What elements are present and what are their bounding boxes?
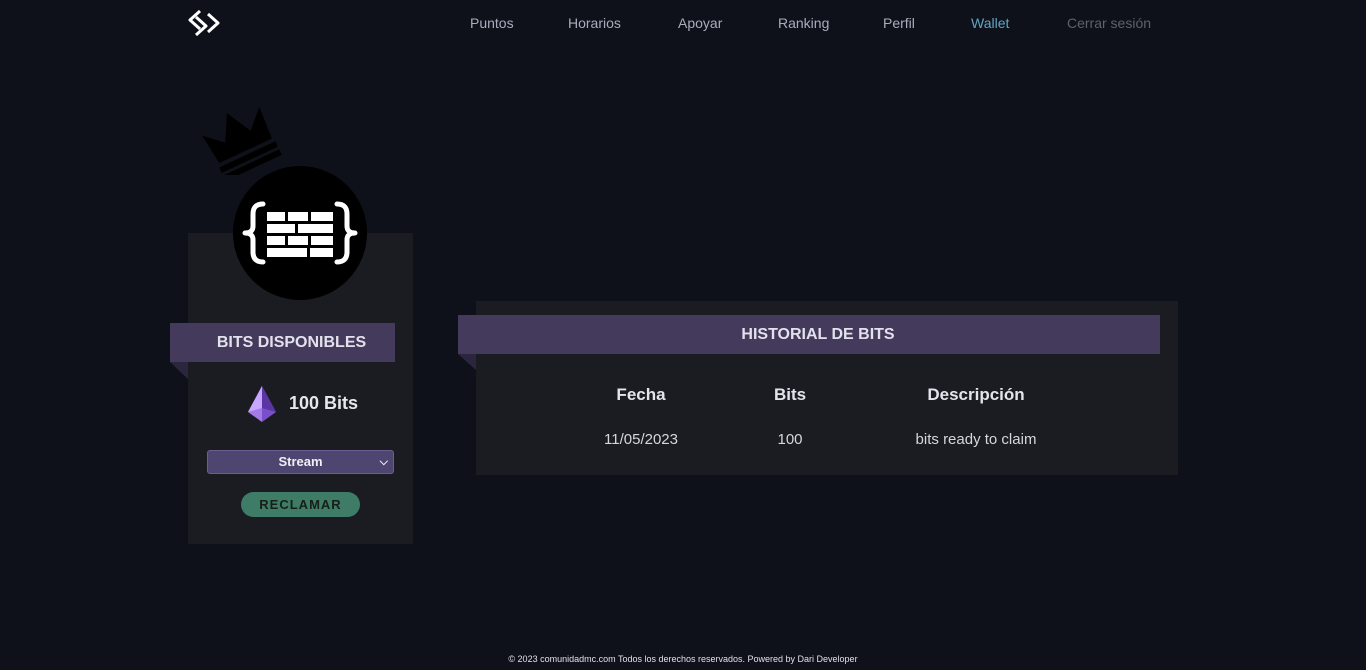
cell-bits: 100 [777, 431, 803, 448]
column-header-descripcion: Descripción [927, 385, 1025, 404]
bits-title: BITS DISPONIBLES [216, 334, 367, 351]
cell-descripcion: bits ready to claim [915, 431, 1037, 448]
nav-perfil[interactable]: Perfil [883, 15, 915, 31]
source-select[interactable]: Stream ⌵ [207, 450, 394, 474]
avatar [233, 166, 367, 300]
history-title: HISTORIAL DE BITS [741, 326, 895, 343]
nav-ranking[interactable]: Ranking [778, 15, 829, 31]
main-nav: Puntos Horarios Apoyar Ranking Perfil Wa… [0, 15, 1366, 35]
column-header-fecha: Fecha [616, 385, 666, 404]
claim-button[interactable]: RECLAMAR [241, 492, 360, 517]
source-select-value: Stream [278, 454, 323, 469]
nav-horarios[interactable]: Horarios [568, 15, 621, 31]
chevron-down-icon: ⌵ [379, 456, 388, 468]
nav-wallet[interactable]: Wallet [971, 15, 1009, 31]
history-ribbon-fold [458, 354, 476, 370]
bits-amount: 100 Bits [289, 393, 359, 413]
brick-braces-icon [242, 201, 358, 265]
nav-apoyar[interactable]: Apoyar [678, 15, 722, 31]
nav-cerrar-sesion[interactable]: Cerrar sesión [1067, 15, 1151, 31]
footer: © 2023 comunidadmc.com Todos los derecho… [508, 654, 858, 664]
crown-icon [202, 106, 282, 175]
gem-icon [248, 386, 276, 422]
nav-puntos[interactable]: Puntos [470, 15, 514, 31]
column-header-bits: Bits [773, 385, 807, 404]
bits-ribbon-fold [170, 362, 188, 379]
cell-fecha: 11/05/2023 [604, 431, 678, 448]
